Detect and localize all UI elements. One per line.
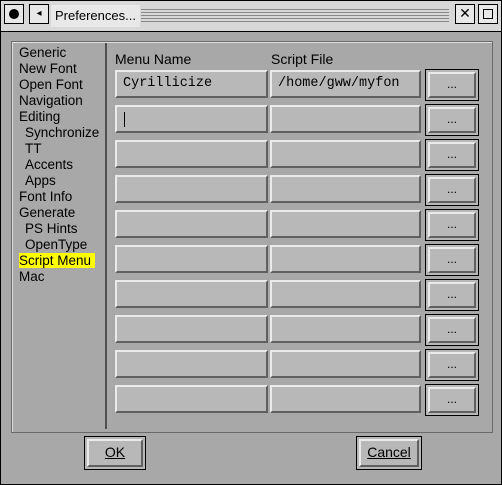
sidebar-item-label: Editing — [19, 109, 61, 124]
sidebar-item[interactable]: OpenType — [19, 237, 109, 253]
browse-script-button[interactable]: ... — [425, 69, 479, 101]
menu-name-field[interactable] — [115, 140, 268, 168]
sidebar-item-label: New Font — [19, 61, 77, 76]
sidebar-item-label: TT — [25, 141, 42, 156]
sidebar-item[interactable]: Mac — [19, 269, 109, 285]
menu-name-field[interactable]: Cyrillicize — [115, 70, 268, 98]
browse-script-button[interactable]: ... — [425, 384, 479, 416]
browse-button-label: ... — [428, 142, 476, 168]
script-file-field[interactable] — [270, 210, 421, 238]
browse-script-button[interactable]: ... — [425, 349, 479, 381]
sidebar-item[interactable]: Editing — [19, 109, 109, 125]
script-file-field[interactable] — [270, 245, 421, 273]
browse-script-button[interactable]: ... — [425, 279, 479, 311]
sidebar-item[interactable]: Apps — [19, 173, 109, 189]
sidebar-item-label: Open Font — [19, 77, 83, 92]
sidebar-item[interactable]: Navigation — [19, 93, 109, 109]
sidebar-item-label: Script Menu — [19, 253, 96, 268]
sidebar-item-label: Apps — [25, 173, 56, 188]
ok-button-label: OK — [87, 439, 143, 467]
menu-name-field[interactable] — [115, 350, 268, 378]
menu-name-field[interactable] — [115, 280, 268, 308]
title-bar[interactable]: ◂ Preferences... ✕ — [1, 1, 501, 32]
sidebar-item-label: PS Hints — [25, 221, 78, 236]
menu-name-field[interactable] — [115, 245, 268, 273]
script-file-field[interactable] — [270, 105, 421, 133]
sidebar-item-label: Generate — [19, 205, 76, 220]
menu-name-field[interactable] — [115, 175, 268, 203]
sidebar-item[interactable]: Open Font — [19, 77, 109, 93]
browse-button-label: ... — [428, 282, 476, 308]
category-list: Generic New Font Open Font Navigation Editin… — [19, 45, 109, 285]
sidebar-item-label: Accents — [25, 157, 74, 172]
browse-button-label: ... — [428, 72, 476, 98]
script-file-field[interactable] — [270, 140, 421, 168]
sidebar-item-label: OpenType — [25, 237, 88, 252]
script-file-field[interactable] — [270, 315, 421, 343]
menu-name-field[interactable] — [115, 105, 268, 133]
window-menu-icon[interactable] — [4, 4, 24, 24]
menu-name-field[interactable] — [115, 315, 268, 343]
browse-button-label: ... — [428, 352, 476, 378]
script-file-field[interactable]: /home/gww/myfon — [270, 70, 421, 98]
cancel-button[interactable]: Cancel — [356, 436, 422, 470]
script-file-field[interactable] — [270, 385, 421, 413]
browse-button-label: ... — [428, 107, 476, 133]
sidebar-item[interactable]: Accents — [19, 157, 109, 173]
browse-button-label: ... — [428, 212, 476, 238]
menu-name-header: Menu Name — [115, 51, 192, 67]
sidebar-item[interactable]: Script Menu — [19, 253, 109, 269]
browse-button-label: ... — [428, 177, 476, 203]
sidebar-item-label: Synchronize — [25, 125, 100, 140]
preferences-window: ◂ Preferences... ✕ Generic New Font Open F… — [0, 0, 502, 485]
panel-divider — [105, 43, 107, 429]
sidebar-item[interactable]: New Font — [19, 61, 109, 77]
browse-button-label: ... — [428, 247, 476, 273]
browse-script-button[interactable]: ... — [425, 174, 479, 206]
sidebar-item[interactable]: Generate — [19, 205, 109, 221]
browse-button-label: ... — [428, 317, 476, 343]
sidebar-item[interactable]: TT — [19, 141, 109, 157]
window-title: Preferences... — [51, 5, 140, 27]
cancel-button-label: Cancel — [359, 439, 419, 467]
iconify-icon[interactable]: ◂ — [29, 4, 49, 24]
menu-name-field[interactable] — [115, 385, 268, 413]
browse-script-button[interactable]: ... — [425, 104, 479, 136]
sidebar-item[interactable]: Generic — [19, 45, 109, 61]
sidebar-item[interactable]: PS Hints — [19, 221, 109, 237]
sidebar-item[interactable]: Font Info — [19, 189, 109, 205]
browse-script-button[interactable]: ... — [425, 139, 479, 171]
sidebar-item-label: Mac — [19, 269, 45, 284]
script-file-field[interactable] — [270, 280, 421, 308]
script-file-field[interactable] — [270, 175, 421, 203]
menu-name-field[interactable] — [115, 210, 268, 238]
browse-script-button[interactable]: ... — [425, 244, 479, 276]
maximize-icon[interactable] — [478, 4, 498, 24]
script-file-header: Script File — [271, 51, 334, 67]
sidebar-item-label: Navigation — [19, 93, 83, 108]
script-file-field[interactable] — [270, 350, 421, 378]
browse-script-button[interactable]: ... — [425, 314, 479, 346]
sidebar-item[interactable]: Synchronize — [19, 125, 109, 141]
sidebar-item-label: Generic — [19, 45, 67, 60]
browse-script-button[interactable]: ... — [425, 209, 479, 241]
title-bar-stripes — [141, 7, 449, 23]
ok-button[interactable]: OK — [84, 436, 146, 470]
browse-button-label: ... — [428, 387, 476, 413]
sidebar-item-label: Font Info — [19, 189, 73, 204]
close-icon[interactable]: ✕ — [455, 4, 475, 24]
